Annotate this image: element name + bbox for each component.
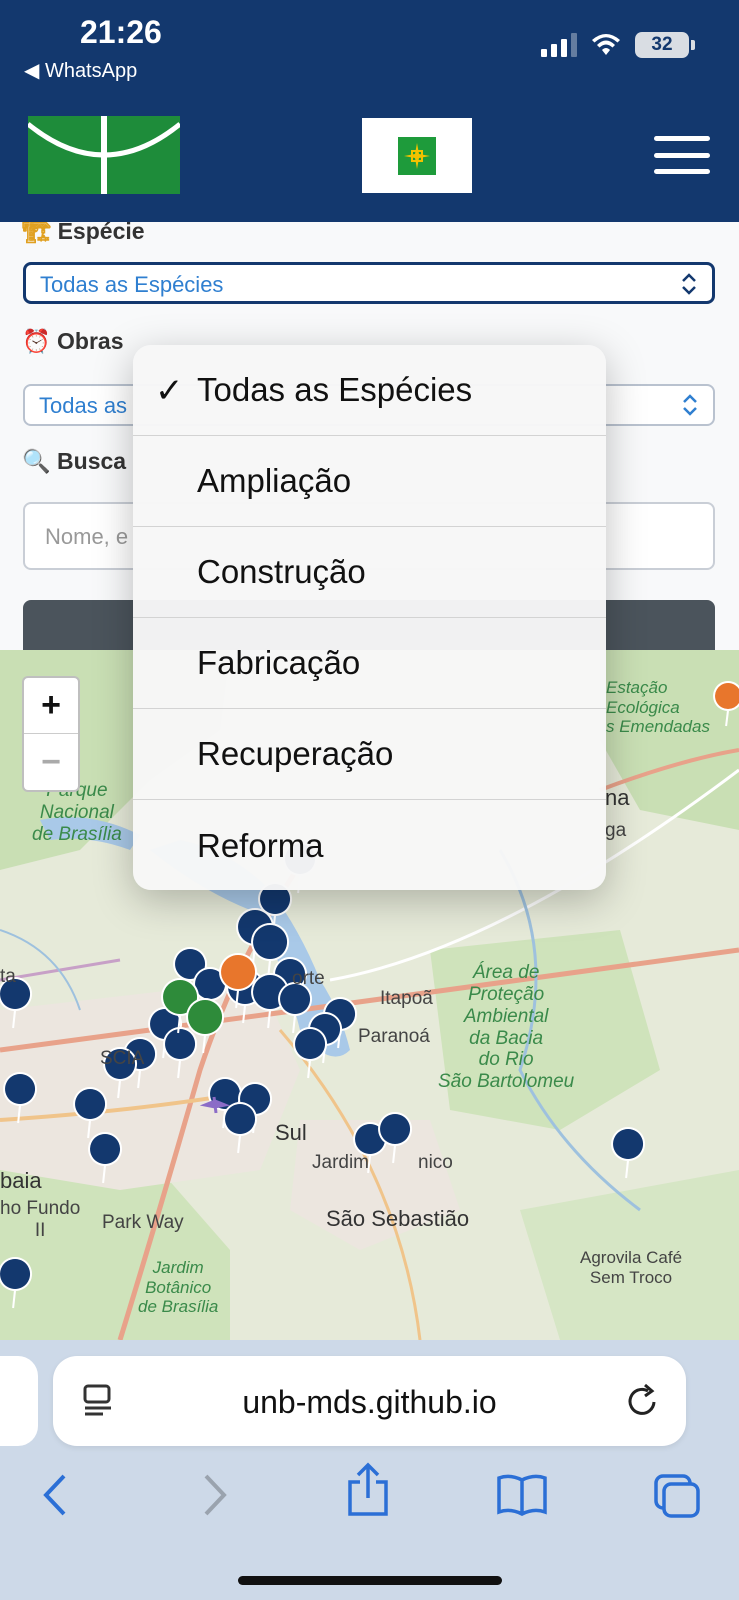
map-label-jardim-botanico: Jardim Botânico de Brasília: [138, 1258, 219, 1317]
magnifier-icon: 🔍: [22, 448, 51, 474]
chevron-updown-icon: [683, 394, 697, 416]
map-label-baia: baia: [0, 1168, 42, 1193]
busca-label: 🔍 Busca: [22, 448, 127, 474]
status-time: 21:26: [80, 14, 162, 50]
url-text: unb-mds.github.io: [242, 1384, 497, 1420]
map-marker: [278, 982, 313, 1034]
map-label-orte: orte: [292, 968, 325, 989]
forward-arrow-icon[interactable]: [200, 1472, 230, 1518]
map-label-estacao: Estação Ecológica s Emendadas: [606, 678, 710, 737]
map-label-na: na: [605, 785, 630, 810]
map-label-sul: Sul: [275, 1120, 307, 1145]
especie-select[interactable]: Todas as Espécies: [23, 262, 715, 304]
map-marker: [611, 1127, 646, 1179]
map-label-sao-sebastiao: São Sebastião: [326, 1206, 470, 1231]
back-arrow-icon[interactable]: [40, 1472, 70, 1518]
unb-logo[interactable]: [28, 116, 180, 194]
map-marker: [0, 1257, 33, 1309]
map-marker: [3, 1072, 38, 1124]
tabs-icon[interactable]: [652, 1472, 702, 1520]
previous-tab-preview[interactable]: [0, 1356, 38, 1446]
zoom-in-button[interactable]: +: [24, 678, 78, 734]
map-label-nico: nico: [418, 1152, 453, 1173]
map-label-ta: ta: [0, 966, 16, 987]
especie-label: 🏗 Espécie: [22, 222, 145, 245]
dropdown-option[interactable]: Construção: [133, 527, 606, 618]
home-indicator: [238, 1576, 502, 1585]
dropdown-option[interactable]: Recuperação: [133, 709, 606, 800]
share-icon[interactable]: [346, 1462, 390, 1518]
menu-hamburger-icon[interactable]: [654, 136, 710, 174]
alarm-clock-icon: ⏰: [22, 328, 51, 354]
obras-label: ⏰ Obras: [22, 328, 124, 354]
dropdown-option[interactable]: Fabricação: [133, 618, 606, 709]
checkmark-icon: ✓: [155, 372, 184, 410]
map-label-parkway: Park Way: [102, 1212, 184, 1233]
address-bar[interactable]: unb-mds.github.io: [53, 1356, 686, 1446]
browser-nav-toolbar: [0, 1462, 739, 1532]
zoom-out-button[interactable]: −: [24, 734, 78, 790]
map-label-ga: ga: [605, 820, 627, 841]
browser-toolbar: unb-mds.github.io: [0, 1340, 739, 1600]
cellular-signal-icon: [541, 33, 577, 57]
map-marker: [163, 1027, 198, 1079]
zoom-control: + −: [22, 676, 80, 792]
status-icons: 32: [541, 32, 695, 58]
dropdown-option[interactable]: Ampliação: [133, 436, 606, 527]
chevron-updown-icon: [682, 273, 696, 295]
map-label-paranoa: Paranoá: [358, 1026, 430, 1047]
map-marker: [73, 1087, 108, 1139]
bookmarks-icon[interactable]: [496, 1472, 548, 1516]
map-label-area: Área de Proteção Ambiental da Bacia do R…: [438, 962, 575, 1093]
map-label-agrovila: Agrovila Café Sem Troco: [580, 1248, 683, 1287]
map-marker: [378, 1112, 413, 1164]
df-flag-logo[interactable]: [362, 118, 472, 193]
dropdown-option[interactable]: ✓ Todas as Espécies: [133, 345, 606, 436]
map-label-fundo: ho Fundo II: [0, 1198, 81, 1241]
back-to-app-link[interactable]: ◀ WhatsApp: [24, 58, 137, 83]
map-marker: [88, 1132, 123, 1184]
map-marker-orange: [713, 681, 739, 727]
app-header: 21:26 ◀ WhatsApp 32: [0, 0, 739, 222]
map-marker: [293, 1027, 328, 1079]
wifi-icon: [592, 34, 620, 55]
reload-icon[interactable]: [626, 1382, 662, 1420]
battery-icon: 32: [635, 32, 695, 58]
df-cross-icon: [404, 142, 430, 169]
map-label-itapoa: Itapoã: [380, 988, 433, 1009]
map-label-scia: SCIA: [100, 1048, 145, 1069]
dropdown-option[interactable]: Reforma: [133, 800, 606, 890]
map-marker: [223, 1102, 258, 1154]
especie-dropdown-menu: ✓ Todas as Espécies Ampliação Construção…: [133, 345, 606, 890]
crane-icon: 🏗: [22, 222, 52, 244]
map-label-jardim: Jardim: [312, 1152, 370, 1173]
